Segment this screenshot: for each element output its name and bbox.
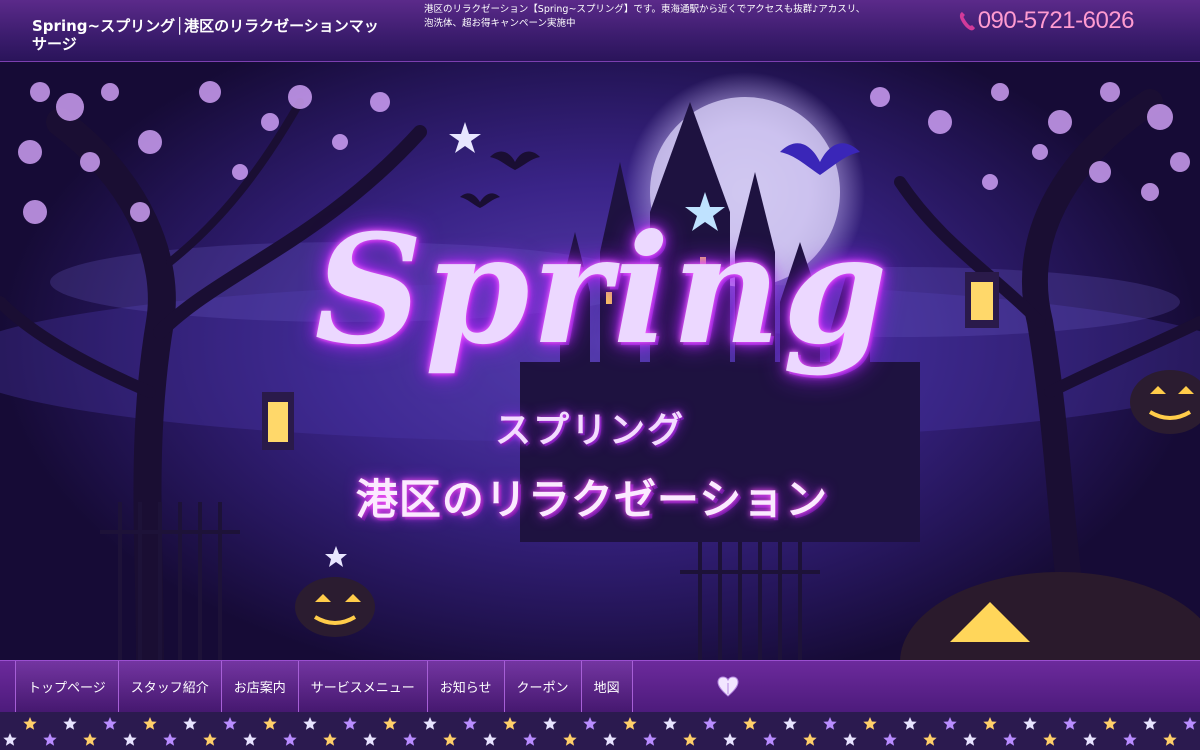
strip-star [243,733,257,746]
lantern-icon [262,392,294,450]
strip-star [1083,733,1097,746]
strip-star [443,733,457,746]
strip-star [383,717,397,730]
bat-icon [460,151,540,208]
main-nav: トップページ スタッフ紹介 お店案内 サービスメニュー お知らせ クーポン 地図 [0,660,1200,712]
strip-star [1043,733,1057,746]
nav-item-news[interactable]: お知らせ [426,661,504,712]
nav-item-staff[interactable]: スタッフ紹介 [117,661,221,712]
strip-star [1003,733,1017,746]
strip-star [943,717,957,730]
strip-star [683,733,697,746]
strip-star [483,733,497,746]
hero-title-kana: スプリング [494,409,685,451]
strip-star [703,717,717,730]
strip-star [183,717,197,730]
strip-star [883,733,897,746]
strip-star [503,717,517,730]
strip-star [963,733,977,746]
strip-star [663,717,677,730]
nav-list: トップページ スタッフ紹介 お店案内 サービスメニュー お知らせ クーポン 地図 [15,661,633,712]
strip-star [983,717,997,730]
nav-item-map[interactable]: 地図 [580,661,633,712]
strip-star [743,717,757,730]
strip-star [1063,717,1077,730]
strip-star [403,733,417,746]
strip-star [1103,717,1117,730]
strip-star [323,733,337,746]
strip-star [763,733,777,746]
star-pattern [3,717,1197,746]
phone-icon [959,12,975,31]
site-header: Spring~スプリング│港区のリラクゼーションマッサージ 港区のリラクゼーショ… [0,0,1200,62]
star-strip-decoration [0,712,1200,750]
hero-title: Spring [314,202,890,378]
strip-star [123,733,137,746]
strip-star [1143,717,1157,730]
hero-banner: Spring スプリング 港区のリラクゼーション [0,62,1200,660]
site-description: 港区のリラクゼーション【Spring~スプリング】です。東海通駅から近くでアクセ… [424,4,866,29]
strip-star [343,717,357,730]
hero-subtitle: 港区のリラクゼーション [355,475,829,524]
nav-item-top[interactable]: トップページ [15,661,118,712]
strip-star [163,733,177,746]
phone-number: 090-5721-6026 [977,7,1135,34]
strip-star [723,733,737,746]
strip-star [623,717,637,730]
strip-star [463,717,477,730]
strip-star [63,717,77,730]
strip-star [803,733,817,746]
strip-star [263,717,277,730]
pumpkin-icon [295,577,375,637]
strip-star [3,733,17,746]
pumpkin-icon [900,572,1200,660]
lantern-icon [965,272,999,328]
strip-star [823,717,837,730]
strip-star [1183,717,1197,730]
strip-star [603,733,617,746]
strip-star [903,717,917,730]
strip-star [523,733,537,746]
strip-star [423,717,437,730]
strip-star [43,733,57,746]
strip-star [1123,733,1137,746]
strip-star [543,717,557,730]
strip-star [563,733,577,746]
site-title[interactable]: Spring~スプリング│港区のリラクゼーションマッサージ [32,17,392,53]
strip-star [283,733,297,746]
heart-icon [717,676,739,697]
strip-star [863,717,877,730]
strip-star [583,717,597,730]
nav-item-shop-info[interactable]: お店案内 [220,661,298,712]
strip-star [363,733,377,746]
strip-star [783,717,797,730]
strip-star [83,733,97,746]
strip-star [223,717,237,730]
strip-star [1023,717,1037,730]
strip-star [23,717,37,730]
phone-link[interactable]: 090-5721-6026 [958,7,1135,35]
strip-star [103,717,117,730]
strip-star [923,733,937,746]
strip-star [1163,733,1177,746]
strip-star [303,717,317,730]
strip-star [843,733,857,746]
nav-item-service-menu[interactable]: サービスメニュー [297,661,427,712]
strip-star [643,733,657,746]
strip-star [143,717,157,730]
strip-star [203,733,217,746]
nav-item-coupon[interactable]: クーポン [503,661,581,712]
